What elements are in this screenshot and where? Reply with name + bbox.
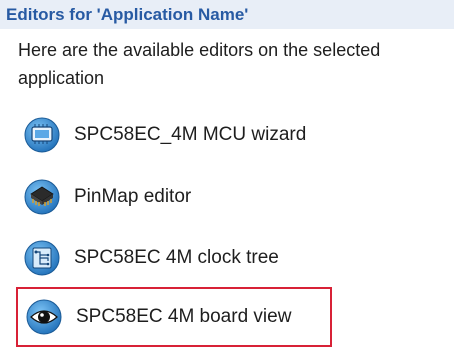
editor-item-mcu-wizard[interactable]: SPC58EC_4M MCU wizard xyxy=(22,112,332,158)
editor-label: PinMap editor xyxy=(74,186,192,207)
editor-label: SPC58EC 4M board view xyxy=(76,306,292,327)
editor-item-pinmap[interactable]: PinMap editor xyxy=(22,174,332,220)
editors-header-title: Editors for 'Application Name' xyxy=(6,4,249,24)
chip-pinmap-icon xyxy=(24,179,60,215)
editor-item-board-view[interactable]: SPC58EC 4M board view xyxy=(16,287,332,347)
eye-icon xyxy=(26,299,62,335)
editor-label: SPC58EC 4M clock tree xyxy=(74,247,279,268)
editor-item-clock-tree[interactable]: SPC58EC 4M clock tree xyxy=(22,235,332,281)
clock-tree-icon xyxy=(24,240,60,276)
editors-header: Editors for 'Application Name' xyxy=(0,0,454,29)
mcu-wizard-icon xyxy=(24,117,60,153)
editors-description: Here are the available editors on the se… xyxy=(18,40,381,88)
editor-label: SPC58EC_4M MCU wizard xyxy=(74,124,307,145)
